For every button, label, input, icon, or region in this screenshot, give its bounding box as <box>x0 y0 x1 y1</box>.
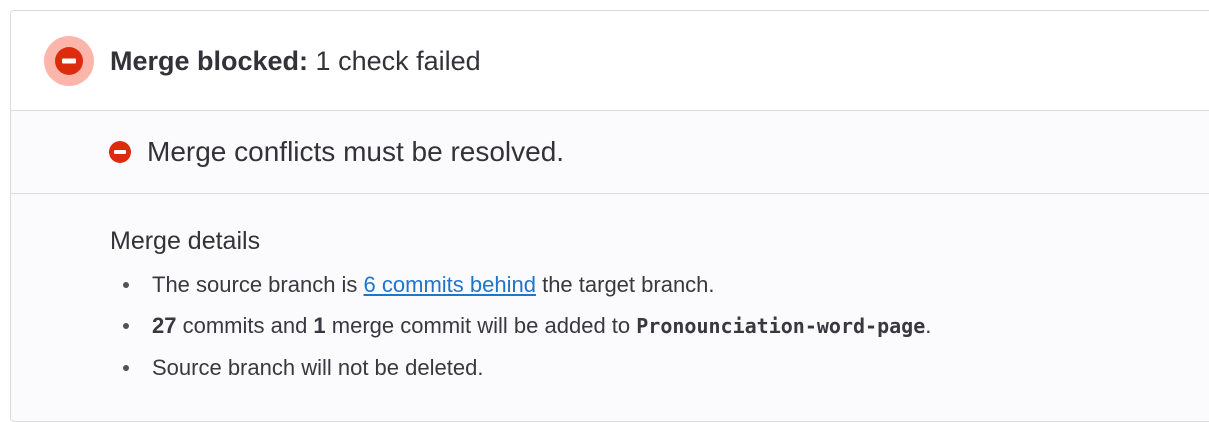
list-item: 27 commits and 1 merge commit will be ad… <box>110 305 1209 347</box>
bullet-icon <box>123 282 129 288</box>
delete-branch-note: Source branch will not be deleted. <box>152 355 484 380</box>
behind-prefix: The source branch is <box>152 272 364 297</box>
commit-count: 27 <box>152 313 177 338</box>
merge-details-title: Merge details <box>110 227 261 255</box>
commits-middle-text: commits and <box>176 313 314 338</box>
list-item: Source branch will not be deleted. <box>110 347 1209 388</box>
behind-suffix: the target branch. <box>535 272 715 297</box>
merge-blocked-icon <box>44 35 94 86</box>
commits-after-text: merge commit will be added to <box>325 313 637 338</box>
merge-details-section: Merge details The source branch is 6 com… <box>11 194 1209 388</box>
minus-circle-icon <box>109 141 131 163</box>
merge-status-title: Merge blocked: 1 check failed <box>110 45 481 77</box>
merge-status-header: Merge blocked: 1 check failed <box>11 11 1209 111</box>
list-item: The source branch is 6 commits behind th… <box>110 264 1209 305</box>
merge-details-list: The source branch is 6 commits behind th… <box>110 264 1209 388</box>
bullet-icon <box>123 365 129 371</box>
failed-check-row: Merge conflicts must be resolved. <box>11 111 1209 194</box>
bullet-icon <box>123 323 129 329</box>
commits-end-text: . <box>925 313 932 338</box>
minus-circle-icon <box>55 46 83 75</box>
target-branch-name: Pronounciation-word-page <box>636 314 926 338</box>
merge-status-title-rest: 1 check failed <box>308 45 481 76</box>
failed-check-text: Merge conflicts must be resolved. <box>147 136 565 167</box>
merge-widget: Merge blocked: 1 check failed Merge conf… <box>10 10 1209 422</box>
merge-status-title-bold: Merge blocked: <box>110 45 309 76</box>
merge-commit-count: 1 <box>313 313 326 338</box>
commits-behind-link[interactable]: 6 commits behind <box>364 272 536 297</box>
